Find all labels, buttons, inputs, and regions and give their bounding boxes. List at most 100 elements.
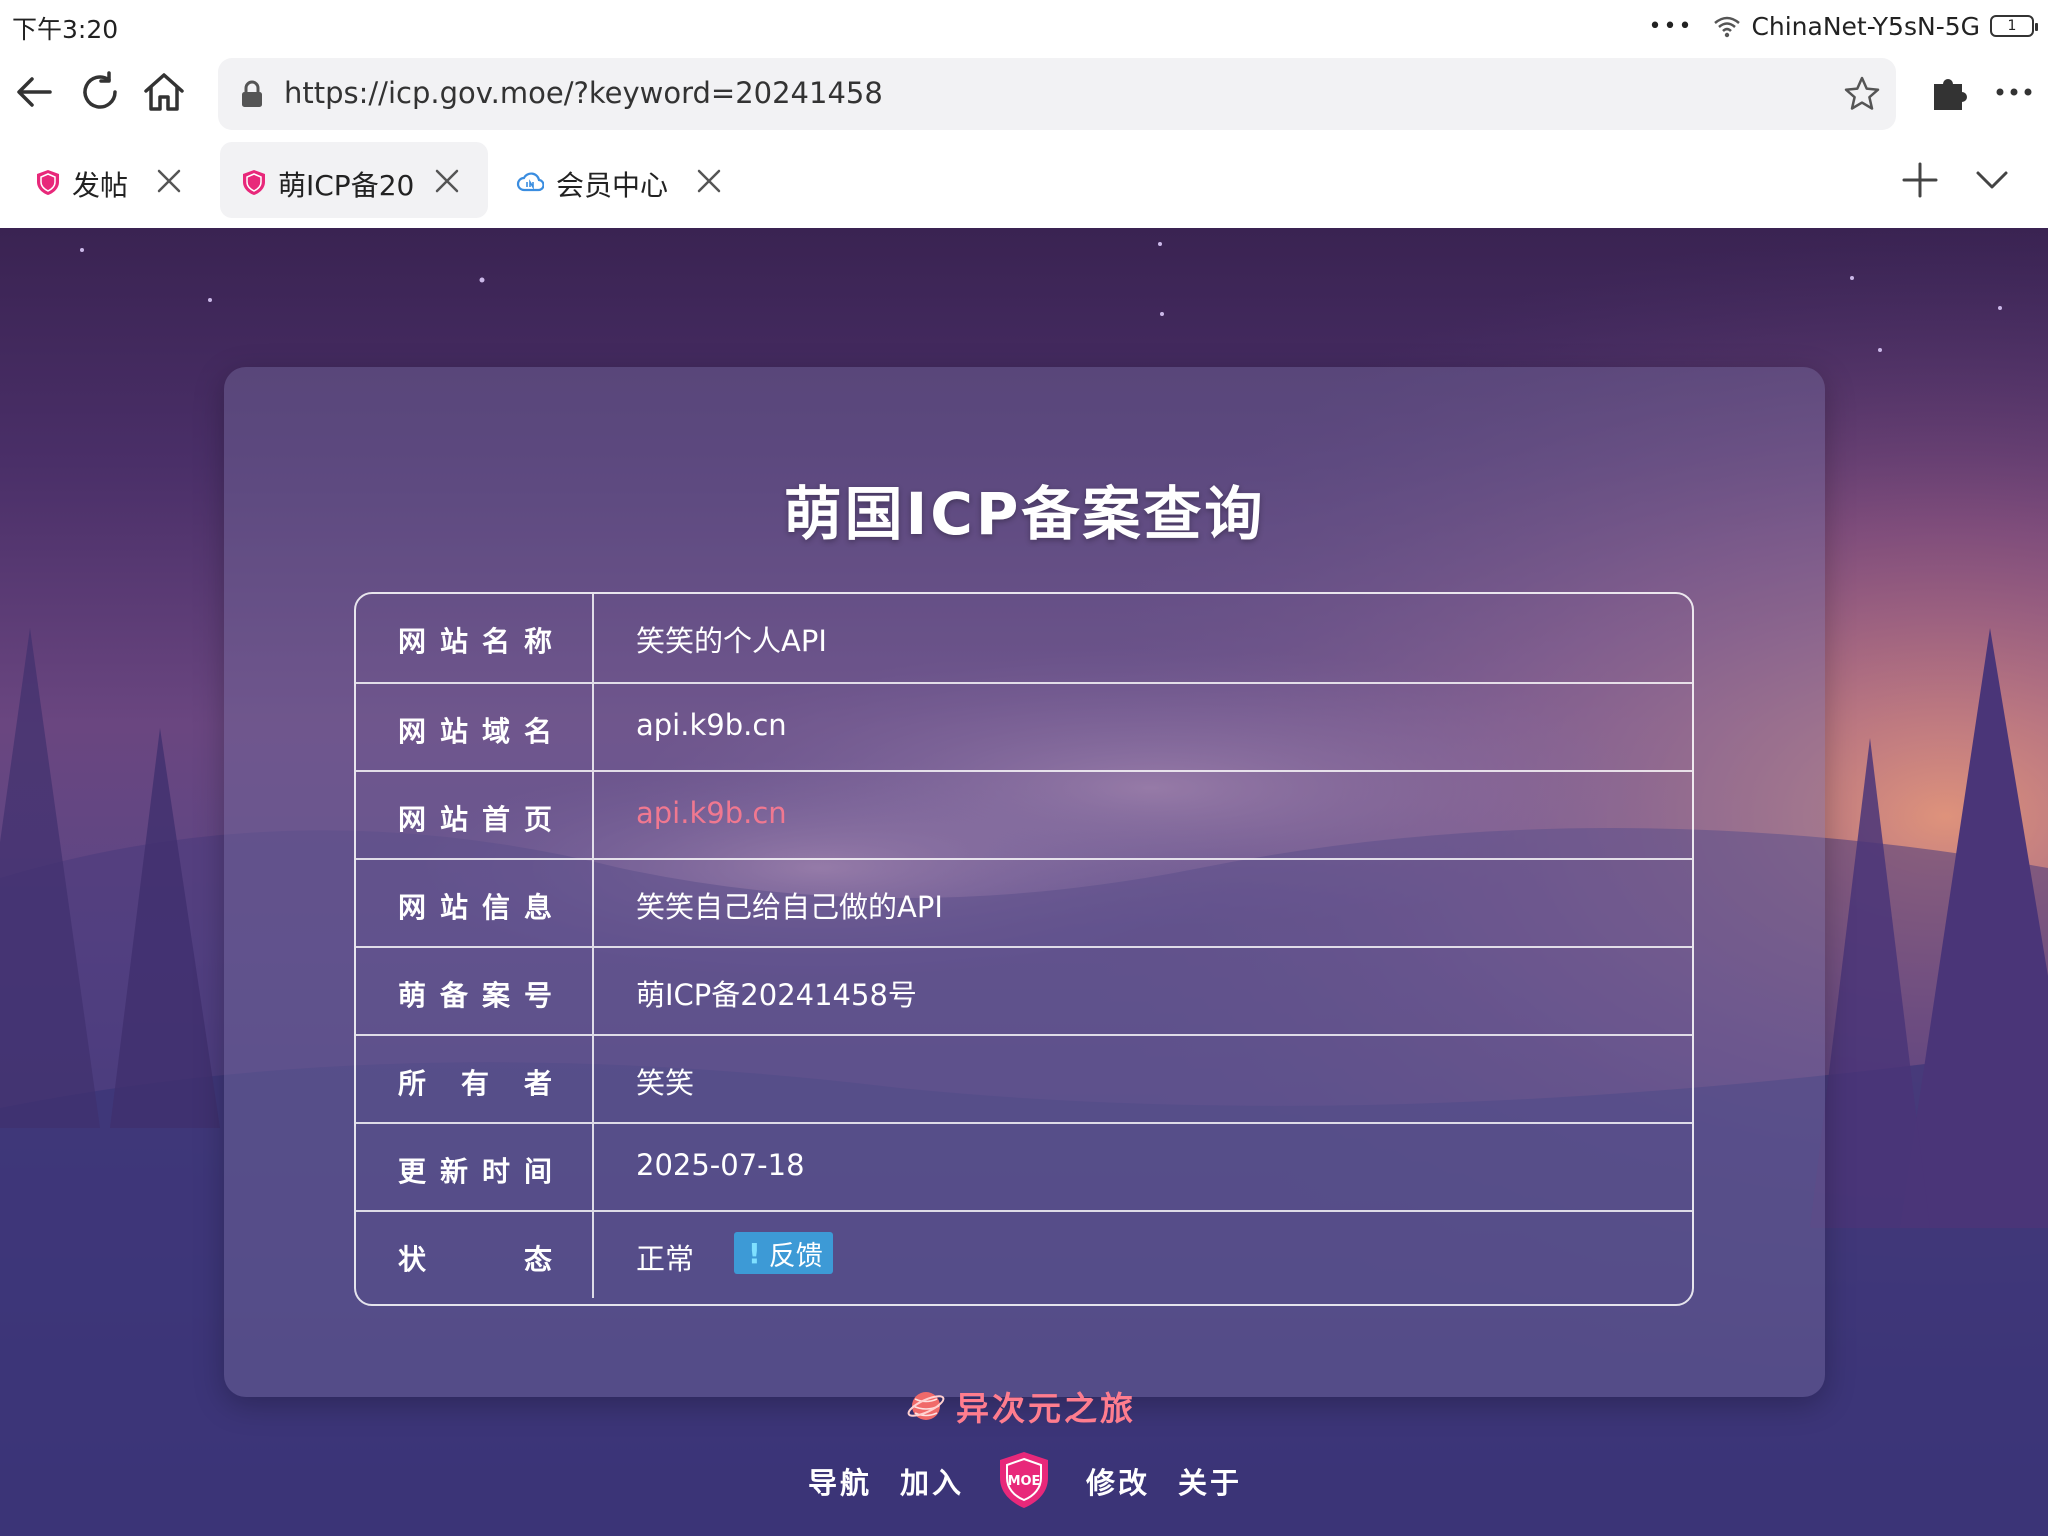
- label-char: 状: [398, 1243, 427, 1276]
- status-right: ••• ChinaNet-Y5sN-5G 1: [1648, 10, 2038, 42]
- footer-link-about[interactable]: 关于: [1178, 1460, 1242, 1502]
- label-char: 网: [398, 625, 427, 658]
- row-label: 网 站 信 息: [356, 860, 594, 946]
- navigation-bar: https://icp.gov.moe/?keyword=20241458: [0, 52, 2048, 138]
- label-char: 网: [398, 891, 427, 924]
- menu-button[interactable]: [1988, 66, 2040, 118]
- moe-shield-logo-icon[interactable]: MOE: [996, 1450, 1052, 1510]
- label-char: 站: [440, 625, 469, 658]
- status-time: 下午3:20: [12, 15, 119, 44]
- site-homepage-link[interactable]: api.k9b.cn: [636, 796, 787, 830]
- feedback-button[interactable]: ! 反馈: [734, 1232, 833, 1274]
- tab-label: 会员中心: [556, 169, 669, 202]
- tab-member-center[interactable]: 会员中心: [502, 142, 742, 218]
- exclamation-icon: !: [748, 1236, 761, 1270]
- wifi-name: ChinaNet-Y5sN-5G: [1751, 11, 1980, 41]
- row-label: 网 站 名 称: [356, 594, 594, 682]
- planet-icon: [907, 1392, 945, 1420]
- tab-post[interactable]: 发帖: [14, 142, 214, 218]
- footer-link-modify[interactable]: 修改: [1086, 1460, 1150, 1502]
- label-char: 页: [524, 803, 553, 836]
- url-bar[interactable]: https://icp.gov.moe/?keyword=20241458: [218, 58, 1896, 130]
- reload-button[interactable]: [74, 66, 126, 118]
- label-char: 案: [482, 979, 511, 1012]
- label-char: 时: [482, 1155, 511, 1188]
- table-row-site-domain: 网 站 域 名 api.k9b.cn: [356, 682, 1692, 770]
- reload-icon: [83, 71, 117, 109]
- more-dots-icon: •••: [1648, 13, 1694, 39]
- label-char: 站: [440, 803, 469, 836]
- row-label: 网 站 域 名: [356, 684, 594, 770]
- extensions-button[interactable]: [1924, 66, 1976, 118]
- battery-label: 1: [2007, 18, 2017, 34]
- lock-icon: [242, 80, 262, 107]
- page-content: 萌国ICP备案查询 网 站 名 称 笑笑的个人API 网 站 域 名 api.k…: [0, 228, 2048, 1536]
- row-label: 所 有 者: [356, 1036, 594, 1122]
- table-row-site-info: 网 站 信 息 笑笑自己给自己做的API: [356, 858, 1692, 946]
- label-char: 有: [461, 1067, 490, 1100]
- site-info-value: 笑笑自己给自己做的API: [636, 890, 943, 924]
- feedback-label: 反馈: [768, 1240, 823, 1272]
- label-char: 首: [482, 803, 511, 836]
- site-domain-value: api.k9b.cn: [636, 708, 787, 742]
- close-icon[interactable]: [154, 166, 184, 196]
- table-row-status: 状 态 正常 ! 反馈: [356, 1210, 1692, 1298]
- logo-text: MOE: [1008, 1474, 1041, 1489]
- tab-label: 发帖: [72, 169, 129, 202]
- label-char: 网: [398, 715, 427, 748]
- new-tab-icon[interactable]: [1896, 156, 1944, 204]
- url-text: https://icp.gov.moe/?keyword=20241458: [284, 76, 883, 110]
- label-char: 备: [440, 979, 469, 1012]
- table-row-record-number: 萌 备 案 号 萌ICP备20241458号: [356, 946, 1692, 1034]
- table-row-owner: 所 有 者 笑笑: [356, 1034, 1692, 1122]
- bookmark-star-icon[interactable]: [1842, 74, 1882, 114]
- label-char: 者: [524, 1067, 553, 1100]
- status-value: 正常: [636, 1242, 695, 1276]
- home-icon: [144, 73, 184, 111]
- label-char: 息: [524, 891, 553, 924]
- back-arrow-icon: [17, 77, 52, 107]
- status-bar: 下午3:20 ••• ChinaNet-Y5sN-5G 1: [0, 0, 2048, 52]
- puzzle-icon: [1934, 79, 1967, 110]
- close-icon[interactable]: [432, 166, 462, 196]
- chevron-down-icon[interactable]: [1968, 156, 2016, 204]
- footer-link-nav[interactable]: 导航: [808, 1460, 872, 1502]
- table-row-site-homepage: 网 站 首 页 api.k9b.cn: [356, 770, 1692, 858]
- moe-shield-icon: [37, 170, 59, 195]
- close-icon[interactable]: [694, 166, 724, 196]
- label-char: 域: [482, 715, 511, 748]
- label-char: 网: [398, 803, 427, 836]
- footer-brand[interactable]: 异次元之旅: [906, 1383, 1136, 1429]
- label-char: 态: [524, 1243, 553, 1276]
- tab-moe-icp[interactable]: 萌ICP备20: [220, 142, 488, 218]
- row-label: 网 站 首 页: [356, 772, 594, 858]
- label-char: 称: [524, 625, 553, 658]
- battery-icon: 1: [1990, 15, 2038, 37]
- table-row-site-name: 网 站 名 称 笑笑的个人API: [356, 594, 1692, 682]
- label-char: 新: [440, 1155, 469, 1188]
- moe-shield-icon: [243, 170, 265, 195]
- label-char: 间: [524, 1155, 553, 1188]
- tab-label: 萌ICP备20: [278, 169, 415, 202]
- cloud-icon: [516, 172, 544, 192]
- site-name-value: 笑笑的个人API: [636, 624, 827, 658]
- back-button[interactable]: [8, 66, 60, 118]
- row-label: 萌 备 案 号: [356, 948, 594, 1034]
- tab-strip: 发帖 萌ICP备20 会员中心: [0, 138, 2048, 228]
- home-button[interactable]: [138, 66, 190, 118]
- label-char: 站: [440, 715, 469, 748]
- page-title: 萌国ICP备案查询: [783, 480, 1266, 548]
- more-horizontal-icon: [1996, 88, 2032, 96]
- label-char: 所: [398, 1067, 427, 1100]
- label-char: 站: [440, 891, 469, 924]
- label-char: 号: [524, 979, 553, 1012]
- label-char: 名: [482, 625, 511, 658]
- footer-brand-text: 异次元之旅: [956, 1389, 1136, 1428]
- record-number-value: 萌ICP备20241458号: [636, 978, 917, 1012]
- row-label: 状 态: [356, 1212, 594, 1298]
- footer-link-join[interactable]: 加入: [900, 1460, 964, 1502]
- label-char: 萌: [398, 979, 427, 1012]
- label-char: 信: [482, 891, 511, 924]
- wifi-icon: [1714, 16, 1741, 38]
- label-char: 名: [524, 715, 553, 748]
